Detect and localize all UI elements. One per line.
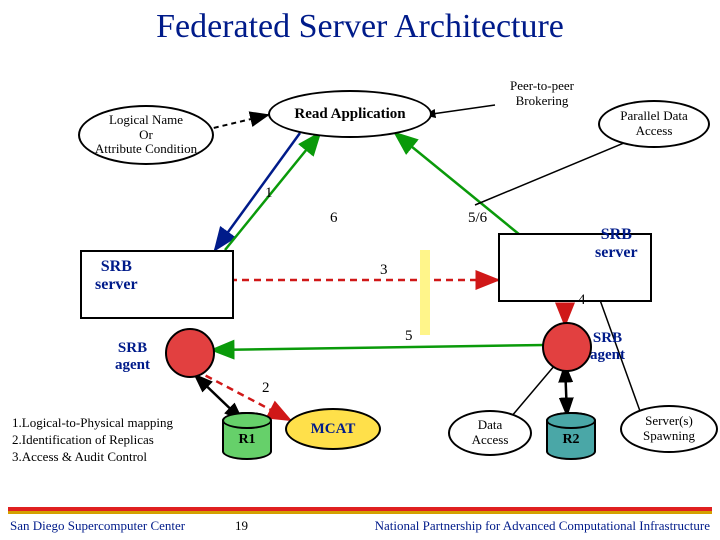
r1-cylinder: R1 xyxy=(222,412,268,456)
r2-label: R2 xyxy=(562,432,579,448)
servers-spawn-ellipse: Server(s) Spawning xyxy=(620,405,718,453)
r1-label: R1 xyxy=(238,432,255,448)
r2-cylinder: R2 xyxy=(546,412,592,456)
step-6: 6 xyxy=(330,210,338,227)
read-app-label: Read Application xyxy=(294,106,405,123)
page-title: Federated Server Architecture xyxy=(0,0,720,46)
step-2: 2 xyxy=(262,380,270,397)
step-4: 4 xyxy=(578,292,586,309)
logical-name-ellipse: Logical Name Or Attribute Condition xyxy=(78,105,214,165)
mcat-label: MCAT xyxy=(311,421,356,438)
read-app-ellipse: Read Application xyxy=(268,90,432,138)
annotation-list: 1.Logical-to-Physical mapping 2.Identifi… xyxy=(12,415,173,466)
step-5: 5 xyxy=(405,328,413,345)
footer-right: National Partnership for Advanced Comput… xyxy=(375,518,710,534)
srb-agent-left-circle xyxy=(165,328,215,378)
servers-spawn-label: Server(s) Spawning xyxy=(643,414,695,444)
step-1: 1 xyxy=(265,185,273,202)
parallel-label: Parallel Data Access xyxy=(620,109,688,139)
mcat-ellipse: MCAT xyxy=(285,408,381,450)
logical-name-label: Logical Name Or Attribute Condition xyxy=(95,113,197,158)
srb-agent-left-label: SRB agent xyxy=(115,340,150,373)
parallel-ellipse: Parallel Data Access xyxy=(598,100,710,148)
srb-agent-right-label: SRB agent xyxy=(590,330,625,363)
data-access-ellipse: Data Access xyxy=(448,410,532,456)
p2p-ellipse: Peer-to-peer Brokering xyxy=(490,72,594,116)
page-number: 19 xyxy=(235,518,248,534)
footer-divider xyxy=(8,507,712,514)
step-3: 3 xyxy=(380,262,388,279)
data-access-label: Data Access xyxy=(472,418,509,448)
step-56: 5/6 xyxy=(468,210,487,227)
p2p-label: Peer-to-peer Brokering xyxy=(510,79,574,109)
footer-left: San Diego Supercomputer Center xyxy=(10,518,185,534)
srb-agent-right-circle xyxy=(542,322,592,372)
srb-server-left-label: SRB server xyxy=(95,258,138,293)
srb-server-right-label: SRB server xyxy=(595,226,638,261)
